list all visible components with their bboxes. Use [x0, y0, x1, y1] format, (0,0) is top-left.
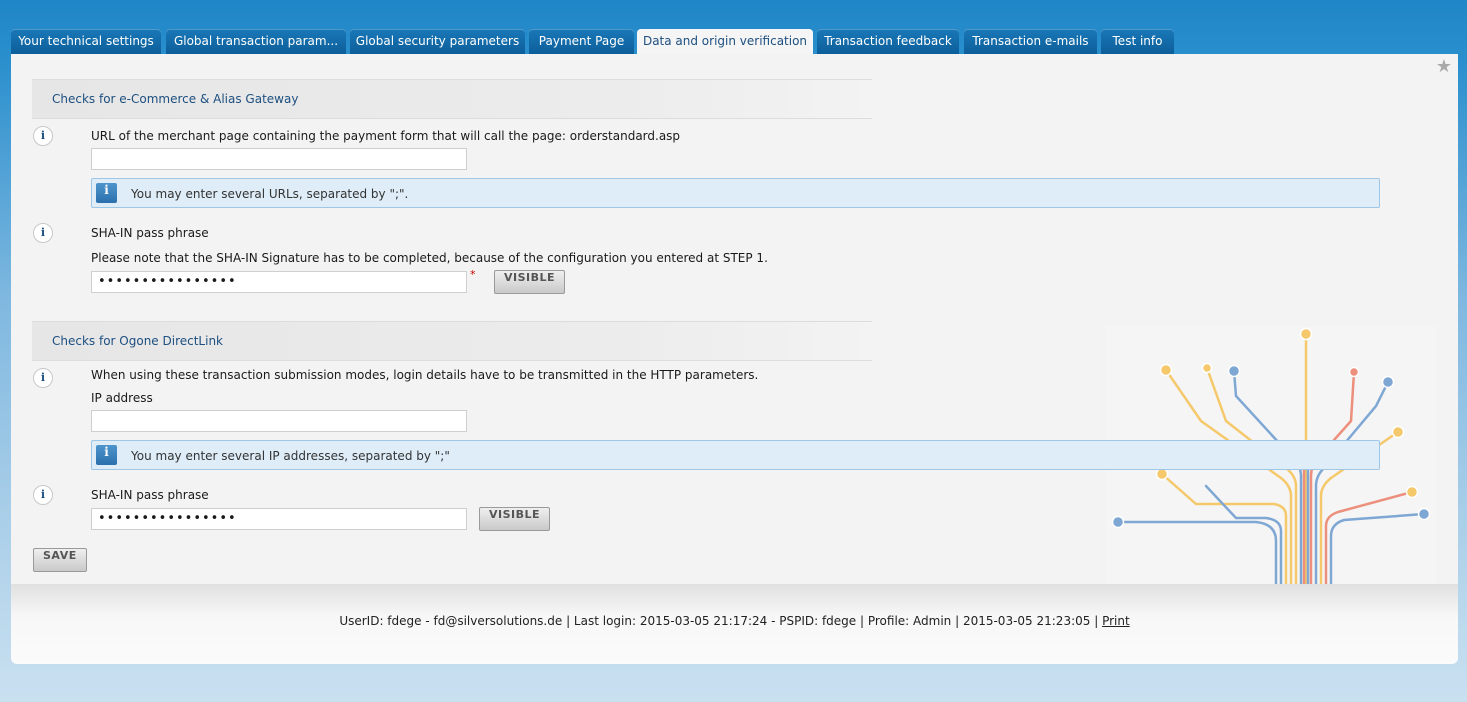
directlink-section-heading: Checks for Ogone DirectLink [32, 321, 872, 361]
print-link[interactable]: Print [1102, 614, 1130, 628]
directlink-sha-in-input[interactable]: •••••••••••••••• [91, 508, 467, 530]
info-icon[interactable]: i [33, 126, 53, 146]
directlink-sha-in-label: SHA-IN pass phrase [91, 488, 209, 502]
tab-transaction-emails[interactable]: Transaction e-mails [964, 29, 1097, 54]
tab-transaction-feedback[interactable]: Transaction feedback [817, 29, 959, 54]
tab-data-origin-verification[interactable]: Data and origin verification [637, 29, 813, 55]
info-icon[interactable]: i [33, 223, 53, 243]
tab-test-info[interactable]: Test info [1101, 29, 1174, 54]
info-icon: i [96, 445, 117, 465]
ip-address-label: IP address [91, 391, 153, 405]
url-hint-box: i You may enter several URLs, separated … [91, 178, 1380, 208]
required-marker: * [470, 268, 476, 281]
merchant-url-input[interactable] [91, 148, 467, 170]
directlink-intro: When using these transaction submission … [91, 368, 759, 382]
visible-button[interactable]: VISIBLE [494, 270, 566, 294]
info-icon[interactable]: i [33, 485, 53, 505]
tab-global-transaction-parameters[interactable]: Global transaction param... [166, 29, 346, 54]
save-button[interactable]: SAVE [33, 548, 87, 572]
tab-payment-page[interactable]: Payment Page [529, 29, 634, 54]
url-hint-text: You may enter several URLs, separated by… [131, 187, 409, 201]
footer-session-info: UserID: fdege - fd@silversolutions.de | … [339, 614, 1103, 628]
sha-in-label: SHA-IN pass phrase [91, 226, 209, 240]
sha-in-passphrase-input[interactable]: •••••••••••••••• [91, 271, 467, 293]
ip-hint-box: i You may enter several IP addresses, se… [91, 440, 1380, 470]
tab-technical-settings[interactable]: Your technical settings [11, 29, 161, 54]
tab-global-security-parameters[interactable]: Global security parameters [350, 29, 525, 54]
star-icon[interactable]: ★ [1436, 56, 1452, 77]
directlink-visible-button[interactable]: VISIBLE [479, 507, 551, 531]
ip-hint-text: You may enter several IP addresses, sepa… [131, 449, 450, 463]
sha-in-note: Please note that the SHA-IN Signature ha… [91, 251, 768, 265]
info-icon: i [96, 183, 117, 203]
ip-address-input[interactable] [91, 410, 467, 432]
settings-panel: ★ Checks for e-Commerce & Alias Gateway … [11, 54, 1458, 584]
footer-status: UserID: fdege - fd@silversolutions.de | … [11, 614, 1458, 628]
info-icon[interactable]: i [33, 368, 53, 388]
ecommerce-section-heading: Checks for e-Commerce & Alias Gateway [32, 79, 872, 119]
footer: UserID: fdege - fd@silversolutions.de | … [11, 584, 1458, 664]
url-label: URL of the merchant page containing the … [91, 129, 681, 143]
